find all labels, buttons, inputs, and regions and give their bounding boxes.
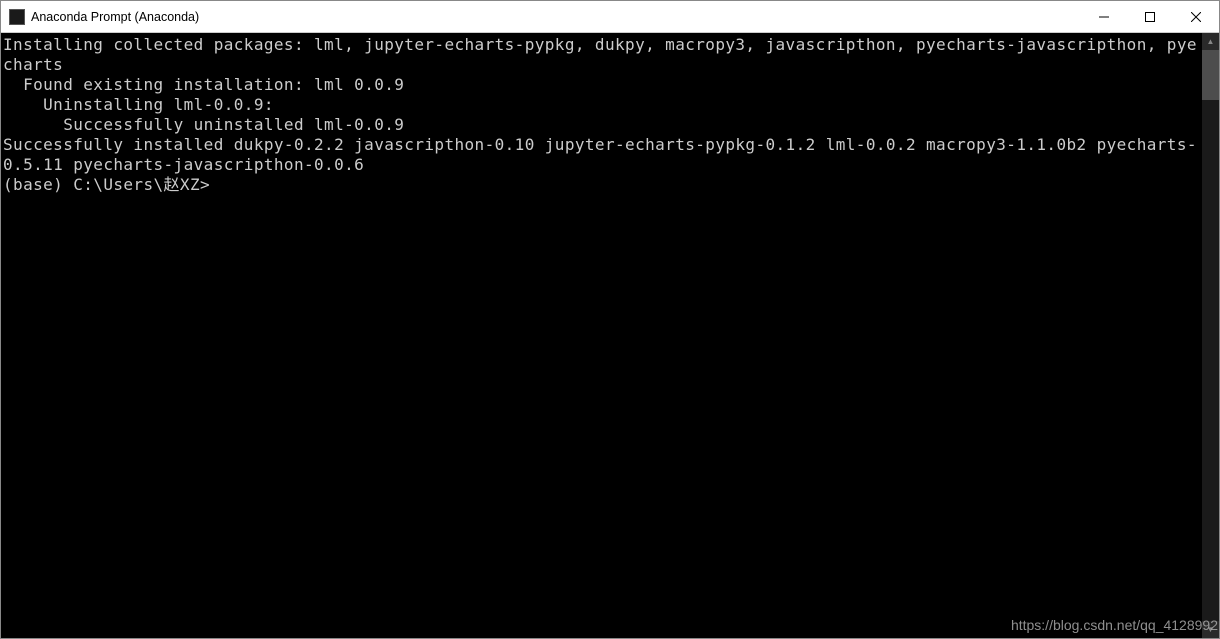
- terminal-line: Installing collected packages: lml, jupy…: [3, 35, 1200, 75]
- scroll-thumb[interactable]: [1202, 50, 1219, 100]
- terminal-output[interactable]: Installing collected packages: lml, jupy…: [1, 33, 1202, 638]
- terminal-line: Successfully installed dukpy-0.2.2 javas…: [3, 135, 1200, 175]
- terminal-line: Uninstalling lml-0.0.9:: [3, 95, 1200, 115]
- terminal-line: (base) C:\Users\赵XZ>: [3, 175, 1200, 195]
- scroll-up-arrow-icon[interactable]: ▲: [1202, 33, 1219, 50]
- title-bar[interactable]: Anaconda Prompt (Anaconda): [1, 1, 1219, 33]
- minimize-icon: [1099, 12, 1109, 22]
- window-controls: [1081, 1, 1219, 32]
- maximize-icon: [1145, 12, 1155, 22]
- close-button[interactable]: [1173, 1, 1219, 32]
- close-icon: [1191, 12, 1201, 22]
- vertical-scrollbar[interactable]: ▲ ▼: [1202, 33, 1219, 638]
- maximize-button[interactable]: [1127, 1, 1173, 32]
- terminal-area: Installing collected packages: lml, jupy…: [1, 33, 1219, 638]
- window-title: Anaconda Prompt (Anaconda): [31, 10, 1081, 24]
- terminal-line: Successfully uninstalled lml-0.0.9: [3, 115, 1200, 135]
- terminal-line: Found existing installation: lml 0.0.9: [3, 75, 1200, 95]
- terminal-window: Anaconda Prompt (Anaconda) Installing co…: [0, 0, 1220, 639]
- scroll-down-arrow-icon[interactable]: ▼: [1202, 621, 1219, 638]
- app-icon: [9, 9, 25, 25]
- minimize-button[interactable]: [1081, 1, 1127, 32]
